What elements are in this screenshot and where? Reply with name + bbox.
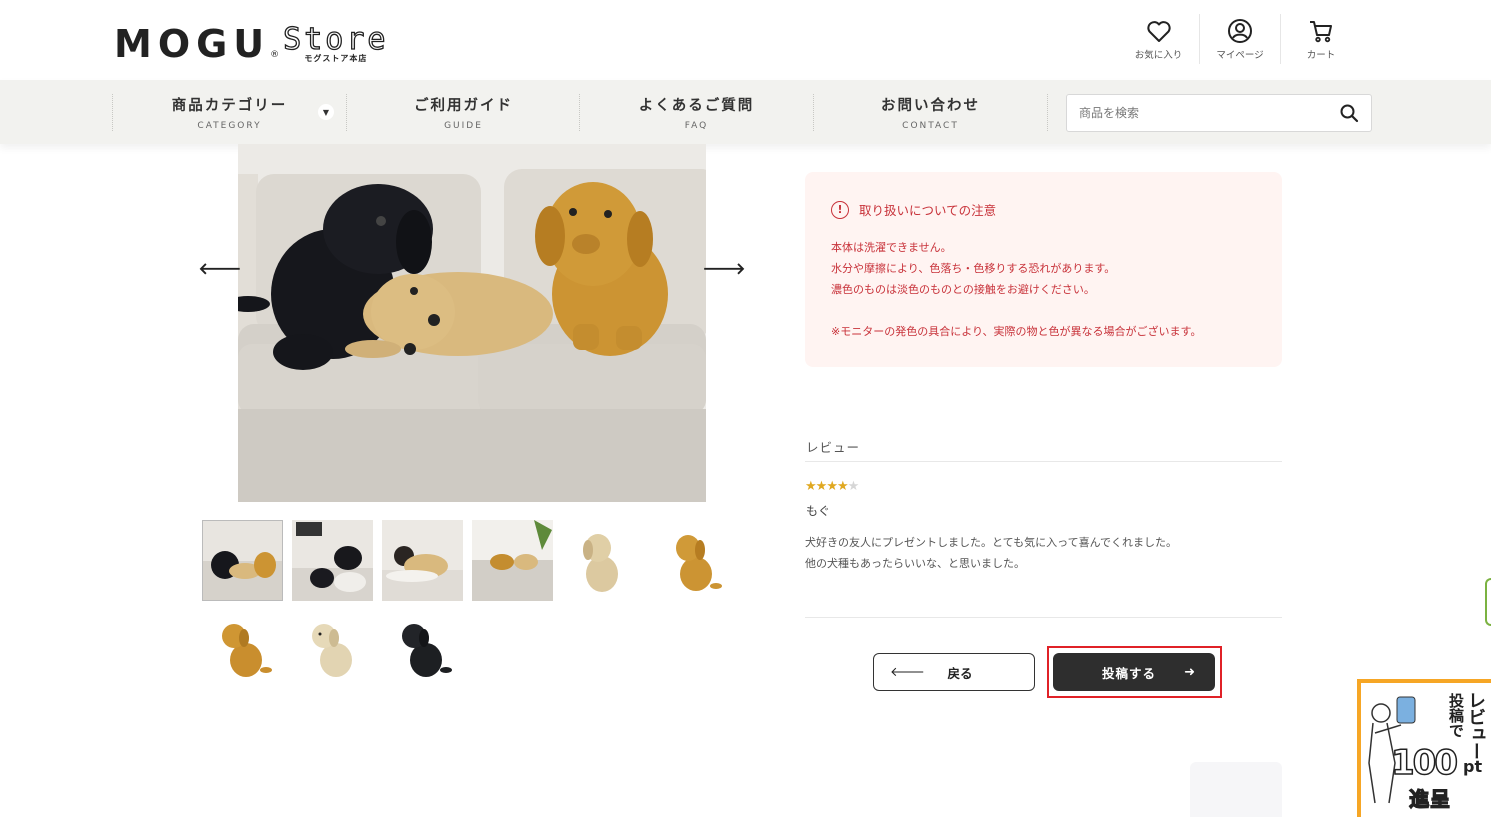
arrow-right-icon: ➜	[1184, 664, 1195, 680]
cart-button[interactable]: カート	[1280, 14, 1361, 64]
heart-icon	[1146, 21, 1171, 42]
favorites-label: お気に入り	[1134, 50, 1183, 61]
product-thumbnail[interactable]	[202, 520, 283, 601]
review-body-line: 犬好きの友人にプレゼントしました。とても気に入って喜んでくれました。	[805, 536, 1178, 549]
star-filled-icon: ★	[815, 479, 828, 494]
promo-text-review: レビュー	[1465, 691, 1486, 759]
thumbnail-image	[202, 610, 283, 691]
page: MOGU ® Store モグストア本店 お気に入り マイページ カート 商品カ…	[0, 0, 1491, 817]
thumbnail-image	[382, 610, 463, 691]
handling-caution-box: ! 取り扱いについての注意 本体は洗濯できません。 水分や摩擦により、色落ち・色…	[805, 172, 1282, 367]
review-author: もぐ	[806, 504, 831, 518]
promo-points-number: 100	[1390, 742, 1458, 784]
review-points-promo-banner[interactable]: レビュー 投稿で 100 pt 進呈	[1357, 679, 1491, 817]
gallery-next-arrow[interactable]: 🡒	[703, 258, 746, 278]
product-thumbnail[interactable]	[562, 520, 643, 601]
review-body: 犬好きの友人にプレゼントしました。とても気に入って喜んでくれました。 他の犬種も…	[805, 532, 1177, 574]
review-star-rating: ★★★★★	[805, 479, 860, 494]
star-filled-icon: ★	[805, 479, 817, 494]
divider	[805, 461, 1282, 462]
site-header: MOGU ® Store モグストア本店 お気に入り マイページ カート	[0, 0, 1491, 80]
logo-main-text: MOGU	[114, 22, 271, 66]
background-shape	[1190, 762, 1282, 817]
star-filled-icon: ★	[826, 479, 838, 494]
cart-label: カート	[1306, 50, 1336, 61]
nav-faq-sublabel: FAQ	[684, 121, 709, 131]
back-button[interactable]: 🡐 戻る	[873, 653, 1035, 691]
mogu-store-logo[interactable]: MOGU ® Store モグストア本店	[114, 20, 388, 64]
caution-title: 取り扱いについての注意	[859, 203, 997, 218]
logo-store-block: Store モグストア本店	[283, 22, 389, 64]
promo-text-post: 投稿で	[1447, 693, 1465, 738]
thumbnail-image	[562, 520, 643, 601]
review-body-line: 他の犬種もあったらいいな、と思いました。	[805, 557, 1025, 570]
submit-review-button[interactable]: 投稿する ➜	[1053, 653, 1215, 691]
promo-text-gift: 進呈	[1408, 786, 1451, 811]
product-thumbnail[interactable]	[652, 520, 733, 601]
gallery-prev-arrow[interactable]: 🡐	[199, 258, 242, 278]
mypage-button[interactable]: マイページ	[1199, 14, 1280, 64]
main-product-image	[238, 144, 706, 502]
thumbnail-image	[382, 520, 463, 601]
logo-subtitle: モグストア本店	[304, 54, 368, 63]
nav-item-category[interactable]: 商品カテゴリー CATEGORY ▼	[112, 94, 346, 131]
nav-item-faq[interactable]: よくあるご質問 FAQ	[579, 94, 813, 131]
nav-category-sublabel: CATEGORY	[197, 121, 262, 131]
product-thumbnail[interactable]	[382, 610, 463, 691]
nav-guide-label: ご利用ガイド	[414, 98, 513, 114]
search-icon[interactable]	[1339, 103, 1359, 123]
user-icon	[1228, 19, 1252, 43]
thumbnail-image	[472, 520, 553, 601]
product-thumbnail[interactable]	[382, 520, 463, 601]
product-thumbnail[interactable]	[202, 610, 283, 691]
nav-contact-label: お問い合わせ	[881, 98, 980, 114]
nav-item-guide[interactable]: ご利用ガイド GUIDE	[346, 94, 580, 131]
search-input[interactable]	[1079, 106, 1339, 120]
nav-item-contact[interactable]: お問い合わせ CONTACT	[813, 94, 1047, 131]
caution-line: 本体は洗濯できません。	[831, 241, 952, 254]
search-box	[1066, 94, 1372, 132]
favorites-button[interactable]: お気に入り	[1118, 14, 1199, 64]
mypage-label: マイページ	[1216, 50, 1264, 61]
divider	[805, 617, 1282, 618]
product-photo-dogs-on-sofa	[238, 144, 706, 502]
header-icon-bar: お気に入り マイページ カート	[1118, 14, 1361, 64]
product-thumbnail[interactable]	[292, 610, 373, 691]
nav-faq-label: よくあるご質問	[638, 98, 755, 114]
cart-icon	[1310, 21, 1332, 43]
star-empty-icon: ★	[847, 479, 860, 494]
review-heading: レビュー	[806, 440, 861, 455]
thumbnail-image	[203, 521, 282, 600]
promo-points-unit: pt	[1463, 757, 1483, 776]
caution-line: 水分や摩擦により、色落ち・色移りする恐れがあります。	[831, 262, 1116, 275]
product-thumbnail[interactable]	[292, 520, 373, 601]
exclamation-circle-icon: !	[831, 200, 849, 219]
nav-guide-sublabel: GUIDE	[444, 121, 483, 131]
arrow-left-icon: 🡐	[890, 665, 925, 680]
nav-contact-sublabel: CONTACT	[902, 121, 959, 131]
star-filled-icon: ★	[836, 479, 849, 494]
nav-divider	[1047, 94, 1048, 131]
product-thumbnail[interactable]	[472, 520, 553, 601]
logo-store-text: Store	[283, 22, 389, 57]
caution-line: 濃色のものは淡色のものとの接触をお避けください。	[831, 283, 1095, 296]
caution-note: ※モニターの発色の具合により、実際の物と色が異なる場合がございます。	[831, 325, 1202, 338]
thumbnail-image	[292, 610, 373, 691]
chevron-down-icon[interactable]: ▼	[318, 104, 334, 120]
promo-inner: レビュー 投稿で 100 pt 進呈	[1361, 683, 1491, 817]
thumbnail-image	[292, 520, 373, 601]
side-floating-tab[interactable]	[1485, 578, 1491, 626]
thumbnail-image	[652, 520, 733, 601]
logo-registered-mark: ®	[270, 50, 280, 60]
nav-category-label: 商品カテゴリー	[171, 98, 288, 114]
caution-heading: ! 取り扱いについての注意	[831, 200, 1256, 219]
